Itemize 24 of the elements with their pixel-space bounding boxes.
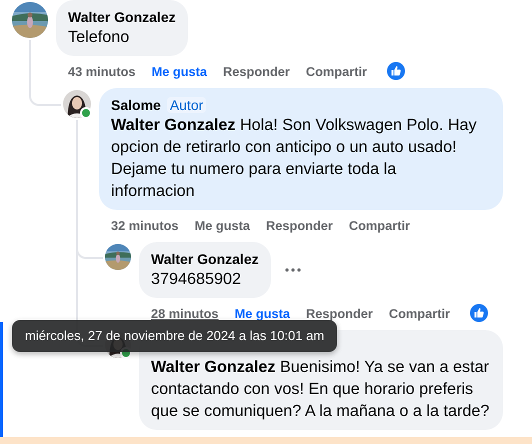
reply-link[interactable]: Responder <box>223 64 290 78</box>
share-link[interactable]: Compartir <box>348 218 410 232</box>
reply-link[interactable]: Responder <box>266 218 333 232</box>
author-badge: Autor <box>166 97 206 113</box>
comment-text: Walter Gonzalez Buenisimo! Ya se van a estar contactando con vos! En que horario preferis que se comuniquen? A la mañana o a la tarde? <box>151 357 490 422</box>
author-name[interactable]: Salome <box>111 97 161 113</box>
comment-text: 3794685902 <box>151 269 242 290</box>
like-link[interactable]: Me gusta <box>152 64 208 78</box>
share-link[interactable]: Compartir <box>306 64 368 78</box>
thumbs-up-icon[interactable] <box>470 304 488 322</box>
more-icon[interactable] <box>284 268 301 272</box>
date-tooltip: miércoles, 27 de noviembre de 2024 a las 10:01 am <box>12 320 338 352</box>
comment-text: Walter Gonzalez Hola! Son Volkswagen Polo. Hay opcion de retirarlo con anticipo o un auto usado! Dejame tu numero para enviarte toda la informacion <box>111 115 478 202</box>
thumbs-up-icon[interactable] <box>387 62 406 80</box>
like-link[interactable]: Me gusta <box>234 306 290 320</box>
share-link[interactable]: Compartir <box>388 306 450 320</box>
author-name[interactable]: Walter Gonzalez <box>68 9 176 25</box>
comment-text: Telefono <box>68 27 130 48</box>
reply-link[interactable]: Responder <box>306 306 373 320</box>
like-link[interactable]: Me gusta <box>194 218 250 232</box>
timestamp-link[interactable]: 28 minutos <box>151 306 219 320</box>
timestamp-link[interactable]: 32 minutos <box>111 218 179 232</box>
timestamp-link[interactable]: 43 minutos <box>68 64 136 78</box>
author-name[interactable]: Walter Gonzalez <box>151 251 259 267</box>
